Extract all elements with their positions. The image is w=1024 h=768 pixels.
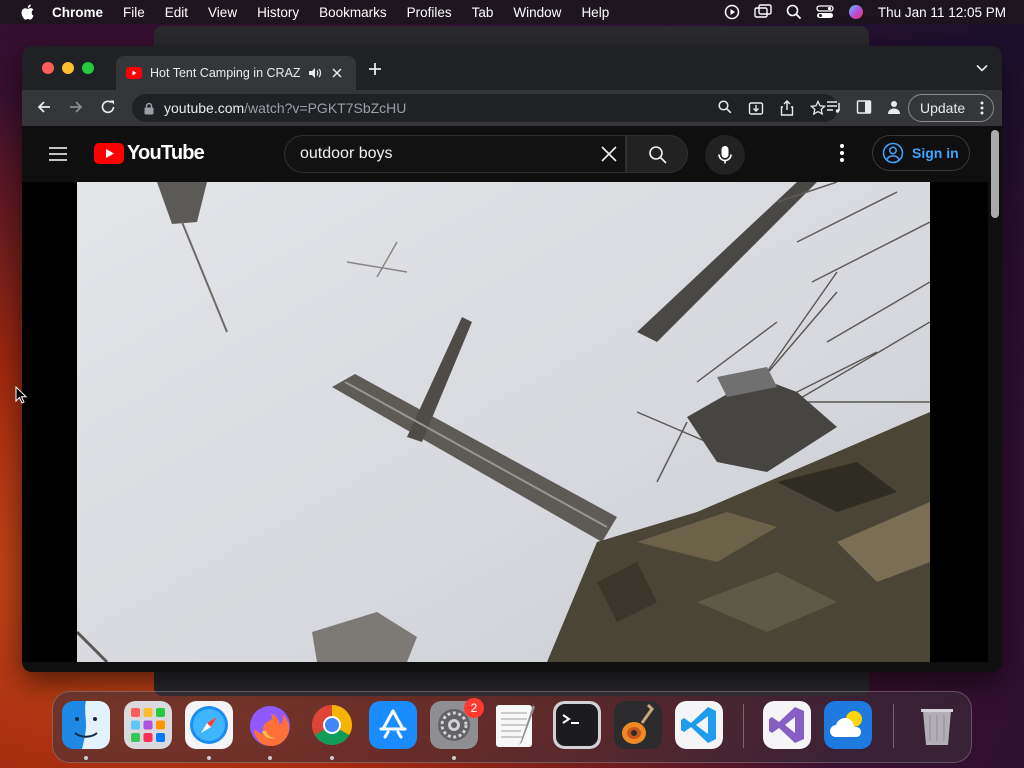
page-scrollbar[interactable] xyxy=(988,126,1002,672)
toolbar-right-icons xyxy=(812,99,902,115)
address-bar[interactable]: youtube.com/watch?v=PGKT7SbZcHU xyxy=(132,94,838,122)
youtube-play-logo-icon xyxy=(94,143,124,164)
new-tab-plus-icon[interactable] xyxy=(368,62,382,76)
firefox-running-indicator xyxy=(268,756,272,760)
finder-icon[interactable] xyxy=(62,701,110,749)
back-arrow-icon[interactable] xyxy=(36,99,52,115)
search-input[interactable]: outdoor boys xyxy=(284,135,626,173)
menu-tab[interactable]: Tab xyxy=(472,5,494,20)
tab-title: Hot Tent Camping in CRAZY xyxy=(150,66,300,80)
install-app-icon[interactable] xyxy=(748,100,764,116)
settings-running-indicator xyxy=(452,756,456,760)
control-center-icon[interactable] xyxy=(816,4,834,20)
hamburger-menu-icon[interactable] xyxy=(48,146,68,162)
media-queue-icon[interactable] xyxy=(826,99,842,115)
voice-search-button[interactable] xyxy=(705,135,745,175)
garageband-icon[interactable] xyxy=(614,701,662,749)
menu-profiles[interactable]: Profiles xyxy=(407,5,452,20)
search-query: outdoor boys xyxy=(300,145,393,162)
clear-search-icon[interactable] xyxy=(599,144,619,164)
search-icon xyxy=(649,146,667,164)
sign-in-button[interactable]: Sign in xyxy=(872,135,970,171)
microphone-icon xyxy=(718,146,732,164)
menu-help[interactable]: Help xyxy=(581,5,609,20)
side-panel-icon[interactable] xyxy=(856,99,872,115)
textedit-icon[interactable] xyxy=(491,701,539,749)
search-button[interactable] xyxy=(626,135,688,173)
terminal-icon[interactable] xyxy=(553,701,601,749)
dock-separator-2 xyxy=(893,704,894,748)
update-chrome-button[interactable]: Update xyxy=(908,94,994,122)
chrome-running-indicator xyxy=(330,756,334,760)
chrome-window: Hot Tent Camping in CRAZY youtube.com/wa… xyxy=(22,46,1002,672)
vscode-icon[interactable] xyxy=(675,701,723,749)
dock-separator xyxy=(743,704,744,748)
video-frame[interactable] xyxy=(77,182,930,662)
menu-window[interactable]: Window xyxy=(513,5,561,20)
url-host: youtube.com xyxy=(164,100,245,116)
safari-icon[interactable] xyxy=(185,701,233,749)
weather-icon[interactable] xyxy=(824,701,872,749)
address-bar-actions xyxy=(702,100,826,116)
update-label: Update xyxy=(920,100,966,116)
siri-icon[interactable] xyxy=(848,4,864,20)
sign-in-label: Sign in xyxy=(912,145,959,161)
scrollbar-thumb[interactable] xyxy=(991,130,999,218)
mouse-cursor-icon xyxy=(15,386,27,404)
menu-history[interactable]: History xyxy=(257,5,299,20)
kebab-menu-icon[interactable] xyxy=(980,101,984,115)
visual-studio-icon[interactable] xyxy=(763,701,811,749)
apple-icon[interactable] xyxy=(18,4,36,20)
tab-search-chevron-icon[interactable] xyxy=(976,64,988,72)
menubar-clock[interactable]: Thu Jan 11 12:05 PM xyxy=(878,5,1006,20)
speaker-icon[interactable] xyxy=(308,67,322,79)
play-circle-icon[interactable] xyxy=(724,4,740,20)
macos-dock: 2 xyxy=(52,691,972,763)
youtube-header: YouTube outdoor boys Sign in xyxy=(22,126,992,182)
youtube-favicon-icon xyxy=(126,67,142,79)
account-circle-icon xyxy=(882,142,904,164)
minimize-window-button[interactable] xyxy=(62,62,74,74)
forward-arrow-icon[interactable] xyxy=(68,99,84,115)
macos-menu-bar: Chrome File Edit View History Bookmarks … xyxy=(0,0,1024,24)
menu-edit[interactable]: Edit xyxy=(165,5,188,20)
tab-youtube[interactable]: Hot Tent Camping in CRAZY xyxy=(116,56,356,90)
lock-icon[interactable] xyxy=(144,102,154,115)
chrome-icon[interactable] xyxy=(308,701,356,749)
firefox-icon[interactable] xyxy=(246,701,294,749)
spotlight-search-icon[interactable] xyxy=(786,4,802,20)
menubar-status-area: Thu Jan 11 12:05 PM xyxy=(710,0,1006,24)
screen-mirroring-icon[interactable] xyxy=(754,4,772,20)
share-icon[interactable] xyxy=(780,100,794,116)
url-path: /watch?v=PGKT7SbZcHU xyxy=(244,100,407,116)
video-player[interactable] xyxy=(22,182,988,662)
close-tab-icon[interactable] xyxy=(332,68,342,78)
menu-file[interactable]: File xyxy=(123,5,145,20)
menu-app-name[interactable]: Chrome xyxy=(52,5,103,20)
close-window-button[interactable] xyxy=(42,62,54,74)
finder-running-indicator xyxy=(84,756,88,760)
safari-running-indicator xyxy=(207,756,211,760)
youtube-logo-text: YouTube xyxy=(127,142,205,164)
trash-icon[interactable] xyxy=(913,701,961,749)
launchpad-icon[interactable] xyxy=(124,701,172,749)
browser-toolbar: youtube.com/watch?v=PGKT7SbZcHU Update xyxy=(22,90,1002,126)
zoom-window-button[interactable] xyxy=(82,62,94,74)
tab-strip: Hot Tent Camping in CRAZY xyxy=(22,46,1002,90)
reload-icon[interactable] xyxy=(100,99,116,115)
youtube-logo[interactable]: YouTube xyxy=(94,142,205,165)
settings-kebab-icon[interactable] xyxy=(840,144,844,162)
menu-view[interactable]: View xyxy=(208,5,237,20)
video-frame-snow-scene xyxy=(77,182,930,662)
app-store-icon[interactable] xyxy=(369,701,417,749)
zoom-search-icon[interactable] xyxy=(718,100,732,114)
profile-icon[interactable] xyxy=(886,99,902,115)
system-settings-badge: 2 xyxy=(464,698,484,718)
menu-bookmarks[interactable]: Bookmarks xyxy=(319,5,387,20)
